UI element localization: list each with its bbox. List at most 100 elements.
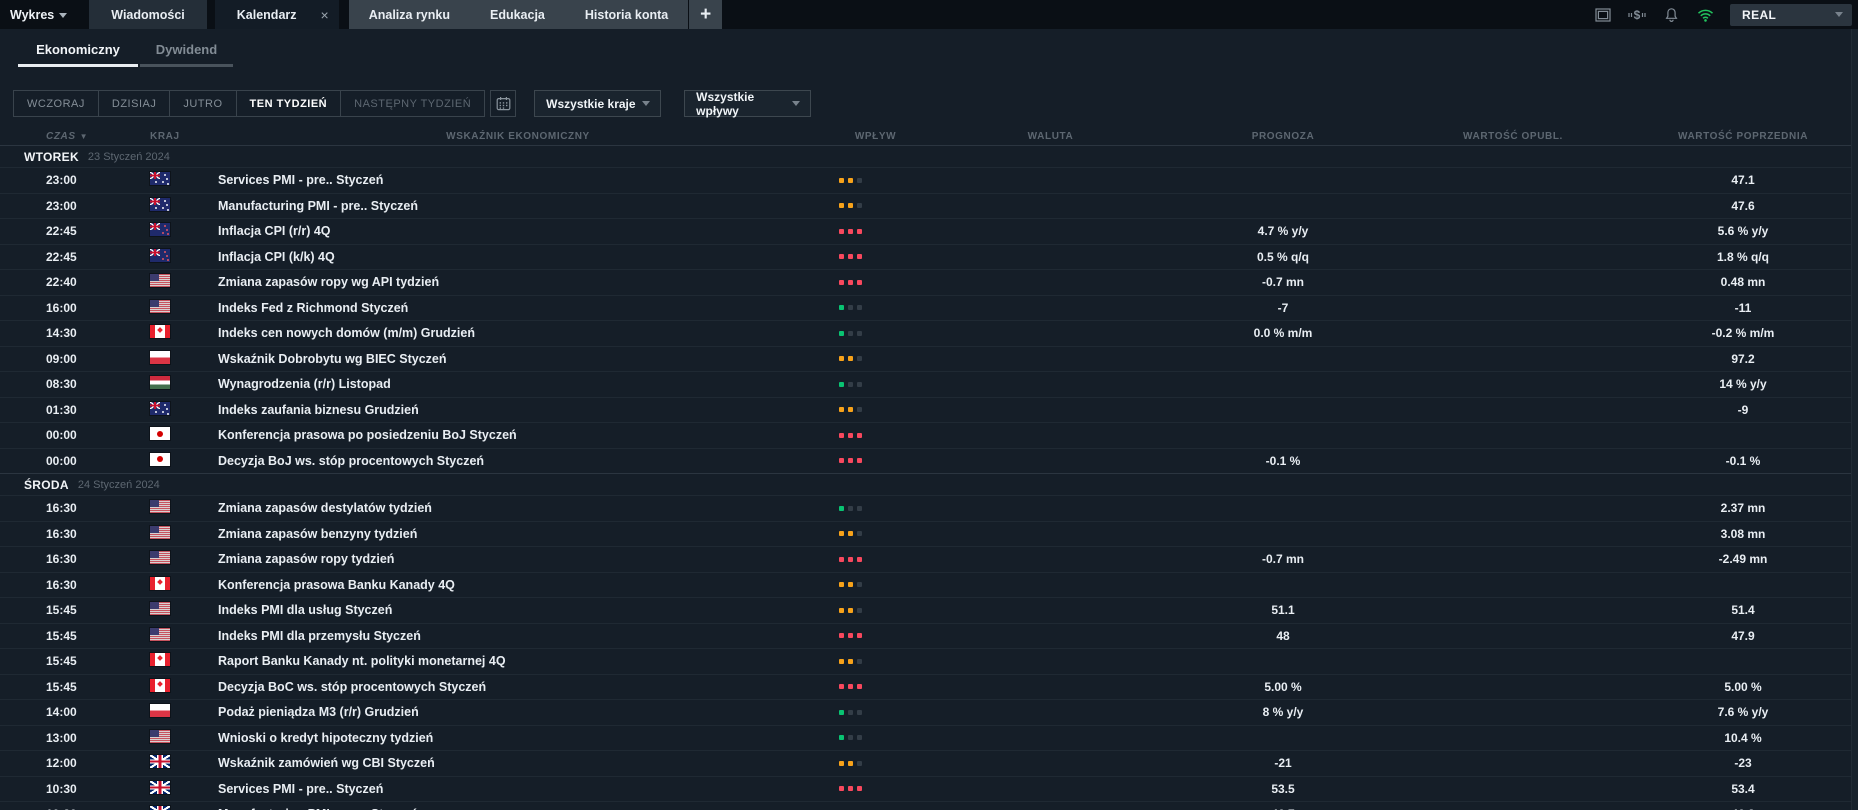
us-flag-icon: [150, 627, 170, 641]
impact-dot: [857, 607, 862, 613]
impact-dot: [857, 381, 862, 387]
today-button[interactable]: DZISIAJ: [99, 91, 171, 116]
table-row[interactable]: 14:00 Podaż pieniądza M3 (r/r) Grudzień 8 …: [0, 699, 1858, 725]
chart-menu[interactable]: Wykres: [0, 0, 81, 29]
column-indicator: WSKAŹNIK EKONOMICZNY: [446, 131, 590, 142]
calendar-picker-button[interactable]: [490, 90, 517, 117]
flag-cell: [150, 525, 218, 542]
impact-indicator: [818, 407, 933, 413]
tab-news[interactable]: Wiadomości: [89, 0, 207, 29]
country-filter-value: Wszystkie kraje: [546, 96, 636, 111]
event-indicator: Indeks PMI dla usług Styczeń: [218, 603, 393, 618]
this-week-button[interactable]: TEN TYDZIEŃ: [237, 91, 342, 116]
event-time: 16:30: [46, 577, 77, 592]
calendar-table: WTOREK 23 Styczeń 2024 23:00 Services PMI -…: [0, 145, 1858, 810]
event-time: 15:45: [46, 654, 77, 669]
tab-account-history[interactable]: Historia konta: [565, 0, 688, 29]
column-currency: WALUTA: [1027, 131, 1074, 142]
pl-flag-icon: [150, 704, 170, 718]
table-row[interactable]: 15:45 Decyzja BoC ws. stóp procentowych S…: [0, 673, 1858, 700]
calendar-icon: [496, 97, 511, 111]
impact-dot: [839, 356, 844, 362]
close-icon[interactable]: ×: [321, 7, 329, 23]
table-row[interactable]: 16:00 Indeks Fed z Richmond Styczeń -7 -11: [0, 294, 1858, 321]
table-row[interactable]: 16:30 Zmiana zapasów benzyny tydzień 3.08 …: [0, 520, 1858, 547]
yesterday-button[interactable]: WCZORAJ: [14, 91, 99, 116]
event-time: 15:45: [46, 679, 77, 694]
table-row[interactable]: 22:45 Inflacja CPI (k/k) 4Q 0.5 % q/q 1.8 %…: [0, 243, 1858, 270]
tab-education[interactable]: Edukacja: [470, 0, 565, 29]
vertical-scrollbar[interactable]: [1851, 29, 1858, 810]
event-time: 22:40: [46, 275, 77, 290]
table-row[interactable]: 12:00 Wskaźnik zamówień wg CBI Styczeń -21…: [0, 750, 1858, 776]
event-indicator: Indeks zaufania biznesu Grudzień: [218, 402, 419, 417]
table-row[interactable]: 00:00 Decyzja BoJ ws. stóp procentowych S…: [0, 447, 1858, 474]
impact-dot: [839, 407, 844, 413]
column-time[interactable]: CZAS ▼: [46, 131, 150, 142]
au-flag-icon: [150, 401, 170, 415]
impact-dot: [839, 177, 844, 183]
impact-indicator: [818, 458, 933, 464]
event-previous: 0.48 mn: [1720, 275, 1766, 290]
table-row[interactable]: 16:30 Konferencja prasowa Banku Kanady 4Q: [0, 571, 1858, 598]
flag-cell: [150, 172, 218, 188]
table-row[interactable]: 10:30Manufacturing PMI - pre.. Styczeń46…: [0, 801, 1858, 810]
table-row[interactable]: 16:30 Zmiana zapasów destylatów tydzień 2.…: [0, 495, 1858, 521]
table-row[interactable]: 01:30 Indeks zaufania biznesu Grudzień -9: [0, 396, 1858, 423]
flag-cell: [150, 350, 218, 367]
table-row[interactable]: 15:45 Indeks PMI dla usług Styczeń 51.1 51.…: [0, 597, 1858, 623]
event-time: 16:00: [46, 300, 77, 315]
event-previous: -11: [1734, 300, 1752, 315]
impact-dot: [839, 279, 844, 285]
impact-dot: [839, 786, 844, 792]
table-row[interactable]: 22:45 Inflacja CPI (r/r) 4Q 4.7 % y/y 5.6 %…: [0, 218, 1858, 244]
flag-cell: [150, 602, 218, 618]
event-indicator: Wskaźnik Dobrobytu wg BIEC Styczeń: [218, 351, 447, 366]
country-filter-select[interactable]: Wszystkie kraje: [534, 90, 662, 117]
table-row[interactable]: 10:30 Services PMI - pre.. Styczeń 53.5 53.…: [0, 775, 1858, 802]
chart-menu-label: Wykres: [10, 7, 55, 22]
table-row[interactable]: 09:00 Wskaźnik Dobrobytu wg BIEC Styczeń 9…: [0, 345, 1858, 372]
us-flag-icon: [150, 729, 170, 743]
event-previous: 5.6 % y/y: [1717, 224, 1769, 239]
tab-dividend[interactable]: Dywidend: [140, 42, 233, 67]
tomorrow-button[interactable]: JUTRO: [170, 91, 237, 116]
currency-quotes-icon[interactable]: $: [1628, 6, 1646, 24]
bell-icon[interactable]: [1662, 6, 1680, 24]
table-row[interactable]: 23:00 Services PMI - pre.. Styczeń 47.1: [0, 167, 1858, 193]
sort-desc-icon: ▼: [79, 132, 89, 141]
section-date-label: 23 Styczeń 2024: [87, 150, 170, 163]
table-row[interactable]: 00:00 Konferencja prasowa po posiedzeniu …: [0, 422, 1858, 448]
tab-market-analysis[interactable]: Analiza rynku: [349, 0, 470, 29]
event-time: 08:30: [46, 377, 77, 392]
impact-dot: [848, 760, 853, 766]
tab-economic[interactable]: Ekonomiczny: [18, 42, 138, 67]
table-row[interactable]: 15:45 Raport Banku Kanady nt. polityki mo…: [0, 648, 1858, 674]
table-row[interactable]: 22:40 Zmiana zapasów ropy wg API tydzień -…: [0, 269, 1858, 295]
table-row[interactable]: 23:00 Manufacturing PMI - pre.. Styczeń 47…: [0, 192, 1858, 219]
table-row[interactable]: 13:00 Wnioski o kredyt hipoteczny tydzień…: [0, 724, 1858, 751]
chevron-down-icon: [642, 101, 651, 106]
account-type-select[interactable]: REAL: [1730, 3, 1852, 26]
next-week-button[interactable]: NASTĘPNY TYDZIEŃ: [341, 91, 484, 116]
event-time: 23:00: [46, 173, 77, 188]
jp-flag-icon: [150, 427, 170, 441]
impact-indicator: [818, 709, 933, 715]
add-tab-button[interactable]: +: [688, 0, 723, 29]
impact-filter-select[interactable]: Wszystkie wpływy: [684, 90, 812, 118]
table-row[interactable]: 14:30 Indeks cen nowych domów (m/m) Grudz…: [0, 320, 1858, 346]
nz-flag-icon: [150, 223, 170, 237]
impact-dot: [839, 607, 844, 613]
table-row[interactable]: 08:30 Wynagrodzenia (r/r) Listopad 14 % y/…: [0, 371, 1858, 397]
event-indicator: Zmiana zapasów benzyny tydzień: [218, 526, 418, 541]
table-header: CZAS ▼ KRAJ WSKAŹNIK EKONOMICZNY WPŁYW W…: [0, 128, 1858, 145]
event-indicator: Zmiana zapasów destylatów tydzień: [218, 501, 432, 516]
table-row[interactable]: 15:45 Indeks PMI dla przemysłu Styczeń 48 4…: [0, 622, 1858, 649]
window-layout-icon[interactable]: [1594, 6, 1612, 24]
table-row[interactable]: 16:30 Zmiana zapasów ropy tydzień -0.7 mn -…: [0, 546, 1858, 572]
impact-dot: [839, 582, 844, 588]
account-type-label: REAL: [1742, 7, 1777, 22]
impact-dot: [857, 407, 862, 413]
section-header: WTOREK 23 Styczeń 2024: [0, 145, 1858, 167]
tab-calendar[interactable]: Kalendarz ×: [214, 0, 339, 29]
